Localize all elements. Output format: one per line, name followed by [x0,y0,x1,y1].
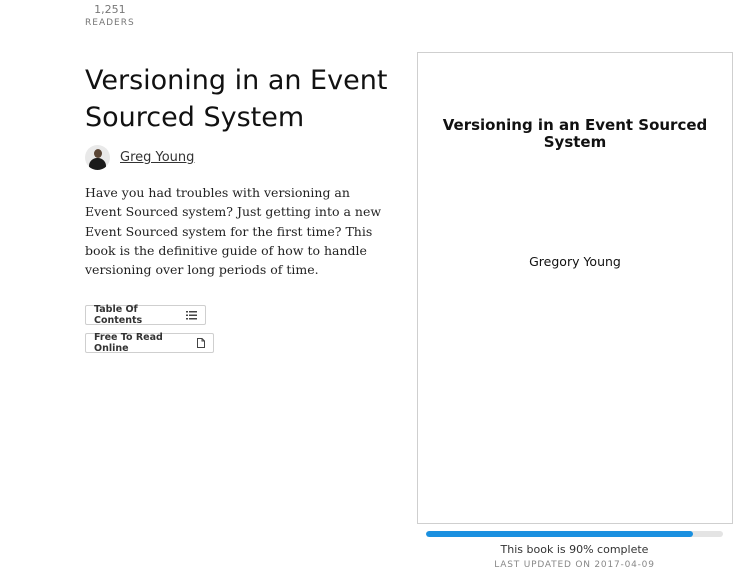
author-row: Greg Young [85,145,194,170]
book-title: Versioning in an Event Sourced System [85,65,388,133]
table-of-contents-button[interactable]: Table Of Contents [85,304,206,326]
cover-author: Gregory Young [529,254,621,269]
completion-text: This book is 90% complete [500,543,649,556]
free-to-read-online-button[interactable]: Free To Read Online [85,332,214,354]
author-link[interactable]: Greg Young [120,150,194,165]
document-icon [197,338,205,348]
book-cover[interactable]: Versioning in an Event Sourced System Gr… [417,52,733,524]
readers-count: 1,251 [94,3,126,16]
table-of-contents-label: Table Of Contents [94,304,143,326]
progress-fill [426,531,694,537]
cover-title: Versioning in an Event Sourced System [442,116,708,151]
readers-label: READERS [85,18,135,28]
readers-stat: 1,251 READERS [85,3,135,28]
list-icon [186,310,197,320]
last-updated-text: LAST UPDATED ON 2017-04-09 [494,560,655,570]
avatar[interactable] [85,145,110,170]
free-to-read-online-label: Free To Read Online [94,332,163,354]
progress-bar [426,531,723,537]
book-description: Have you had troubles with versioning an… [85,185,382,278]
